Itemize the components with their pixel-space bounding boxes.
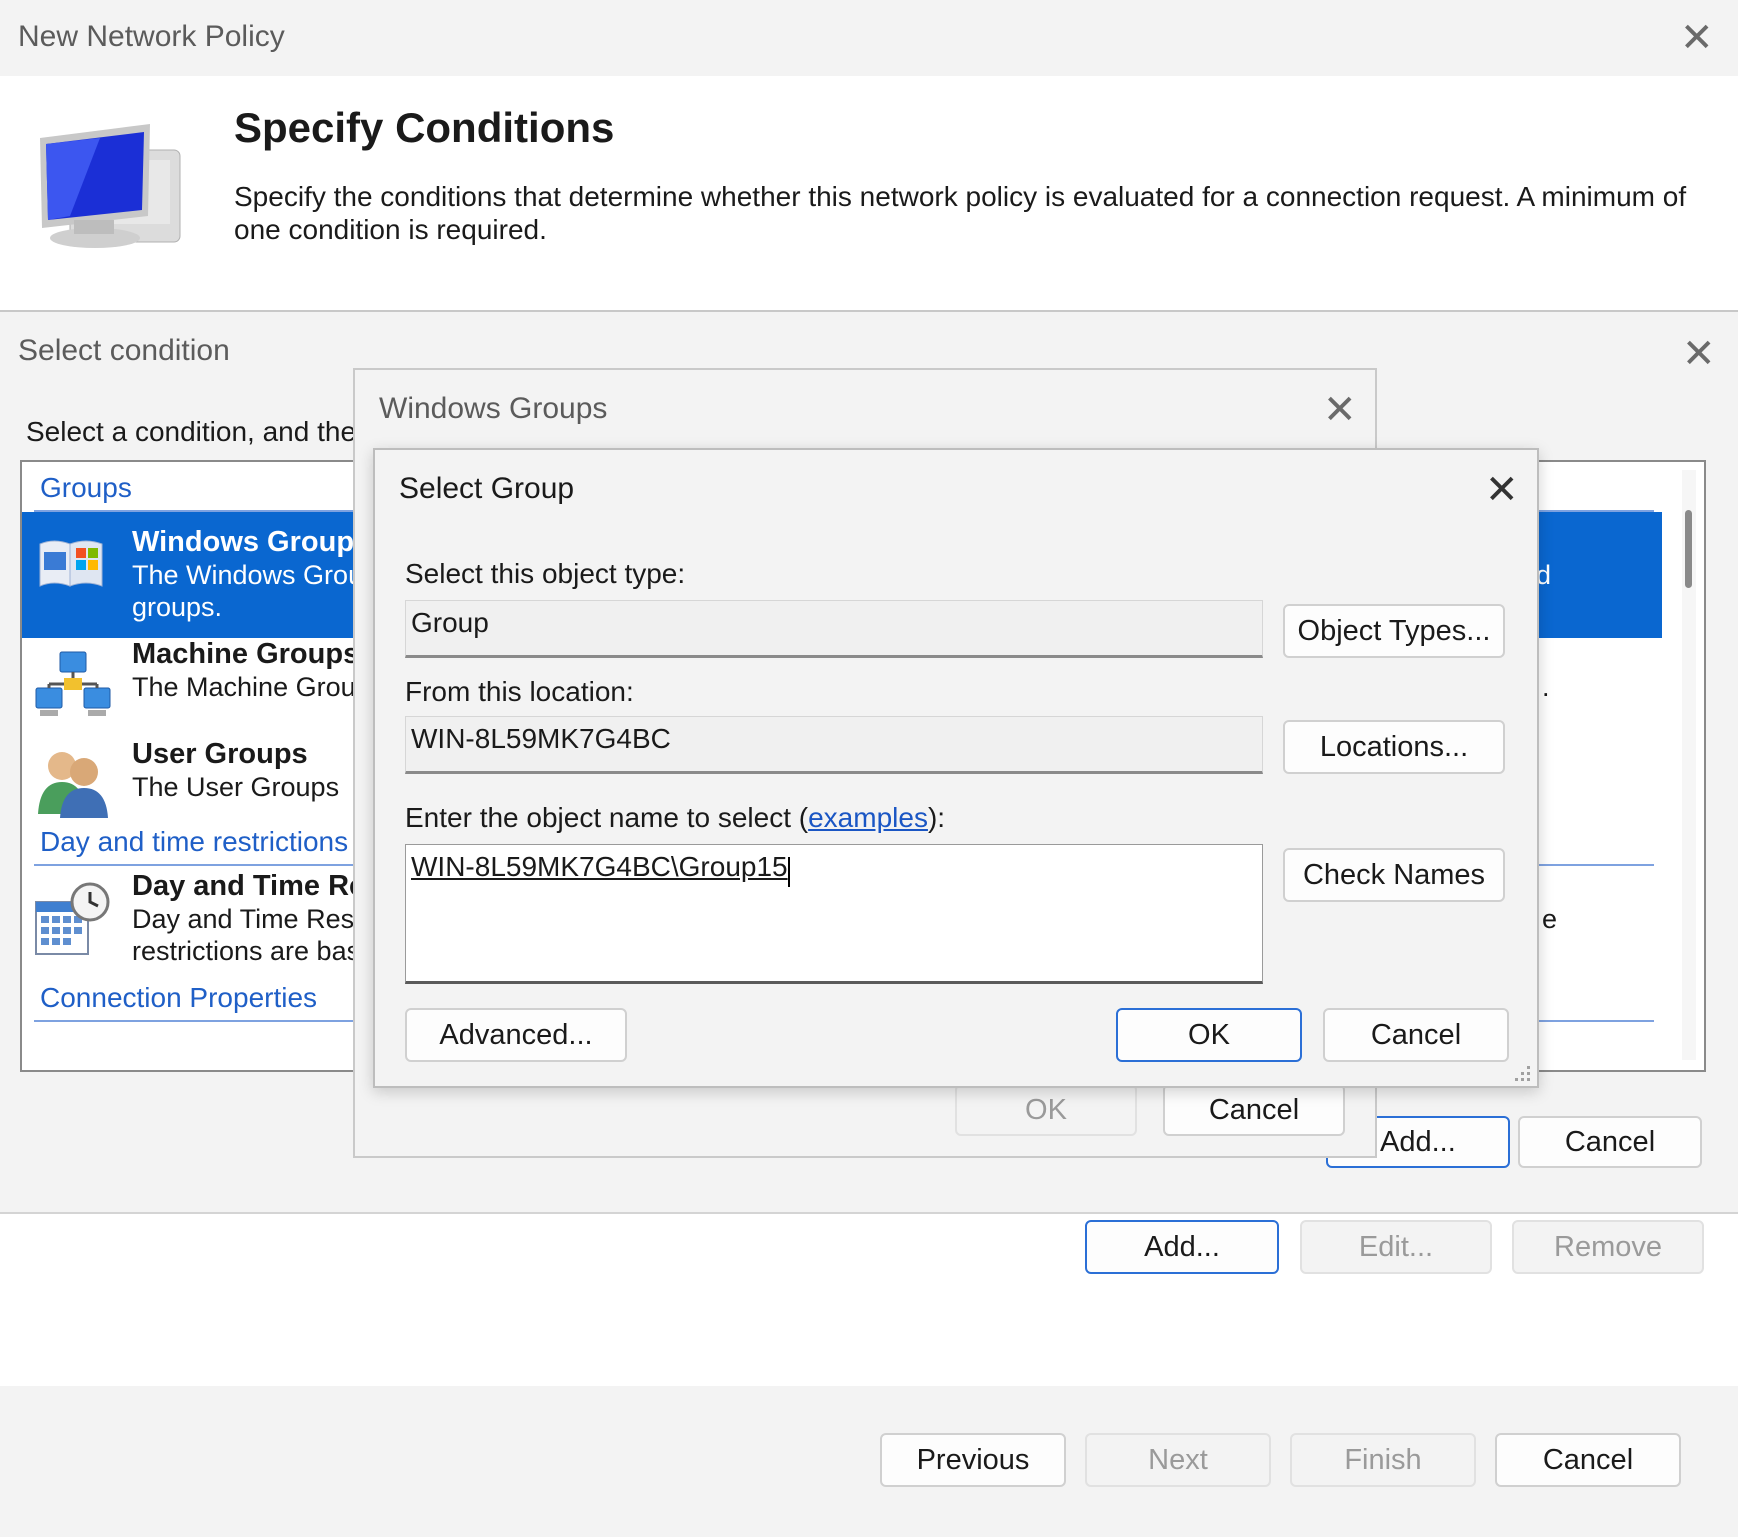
object-name-text: WIN-8L59MK7G4BC\Group15	[411, 851, 788, 882]
location-field: WIN-8L59MK7G4BC	[405, 716, 1263, 774]
main-window-title: New Network Policy	[18, 20, 285, 53]
check-names-button[interactable]: Check Names	[1283, 848, 1505, 902]
windows-groups-title: Windows Groups	[132, 526, 371, 558]
text-cursor	[787, 856, 790, 887]
scrollbar-thumb[interactable]	[1685, 510, 1692, 588]
enter-label-suffix: ):	[927, 802, 946, 833]
select-condition-close-icon[interactable]: ✕	[1682, 334, 1716, 374]
windows-groups-desc-line2: groups.	[132, 592, 223, 622]
main-close-icon[interactable]: ✕	[1680, 18, 1714, 58]
user-groups-desc: The User Groups	[132, 772, 340, 802]
section-day-time: Day and time restrictions	[40, 826, 349, 857]
enter-object-name-label: Enter the object name to select (example…	[405, 802, 945, 834]
header-title: Specify Conditions	[234, 104, 615, 151]
object-types-button[interactable]: Object Types...	[1283, 604, 1505, 658]
section-groups: Groups	[40, 472, 132, 503]
select-condition-instruction: Select a condition, and then	[26, 416, 372, 447]
machine-groups-desc: The Machine Groups	[132, 672, 385, 702]
calendar-clock-icon	[32, 880, 114, 960]
locations-button[interactable]: Locations...	[1283, 720, 1505, 774]
examples-link[interactable]: examples	[808, 802, 928, 833]
main-edit-button[interactable]: Edit...	[1300, 1220, 1492, 1274]
user-groups-title: User Groups	[132, 738, 308, 770]
select-group-close-icon[interactable]: ✕	[1485, 470, 1519, 510]
day-time-desc-partial: e	[1542, 904, 1558, 934]
condition-list-scrollbar[interactable]	[1682, 470, 1696, 1060]
main-add-button[interactable]: Add...	[1085, 1220, 1279, 1274]
windows-groups-ok-button[interactable]: OK	[955, 1084, 1137, 1136]
finish-button[interactable]: Finish	[1290, 1433, 1476, 1487]
enter-label-prefix: Enter the object name to select (	[405, 802, 809, 833]
windows-groups-icon	[36, 530, 108, 594]
next-button[interactable]: Next	[1085, 1433, 1271, 1487]
section-connection-properties: Connection Properties	[40, 982, 318, 1013]
object-name-input[interactable]: WIN-8L59MK7G4BC\Group15	[405, 844, 1263, 984]
network-computer-icon	[30, 120, 200, 250]
select-condition-title: Select condition	[18, 334, 230, 367]
advanced-button[interactable]: Advanced...	[405, 1008, 627, 1062]
main-remove-button[interactable]: Remove	[1512, 1220, 1704, 1274]
main-title-bar: New Network Policy ✕	[0, 0, 1738, 76]
day-time-desc-line2: restrictions are based	[132, 936, 391, 966]
windows-groups-dialog-title: Windows Groups	[379, 392, 608, 425]
resize-grip-icon[interactable]	[1509, 1060, 1533, 1084]
machine-groups-title: Machine Groups	[132, 638, 360, 670]
object-type-field: Group	[405, 600, 1263, 658]
machine-groups-desc-partial: .	[1542, 672, 1550, 702]
select-group-ok-button[interactable]: OK	[1116, 1008, 1302, 1062]
windows-groups-close-icon[interactable]: ✕	[1323, 390, 1357, 430]
wizard-footer	[0, 1386, 1738, 1537]
user-groups-icon	[32, 746, 114, 818]
select-group-dialog: Select Group ✕ Select this object type: …	[373, 448, 1539, 1088]
previous-button[interactable]: Previous	[880, 1433, 1066, 1487]
header-description: Specify the conditions that determine wh…	[234, 181, 1687, 245]
location-label: From this location:	[405, 676, 634, 707]
wizard-cancel-button[interactable]: Cancel	[1495, 1433, 1681, 1487]
machine-groups-icon	[32, 648, 114, 726]
select-group-cancel-button[interactable]: Cancel	[1323, 1008, 1509, 1062]
select-group-title: Select Group	[399, 472, 575, 505]
object-type-label: Select this object type:	[405, 558, 686, 589]
windows-groups-cancel-button[interactable]: Cancel	[1163, 1084, 1345, 1136]
select-condition-cancel-button[interactable]: Cancel	[1518, 1116, 1702, 1168]
